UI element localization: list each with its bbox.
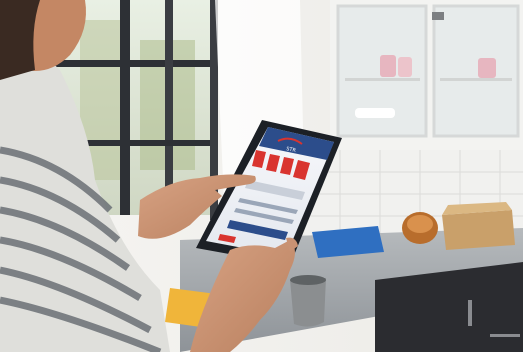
mug bbox=[290, 275, 326, 327]
photo-scene: STR bbox=[0, 0, 523, 352]
photo: STR bbox=[0, 0, 523, 352]
upper-cabinets bbox=[330, 0, 523, 150]
